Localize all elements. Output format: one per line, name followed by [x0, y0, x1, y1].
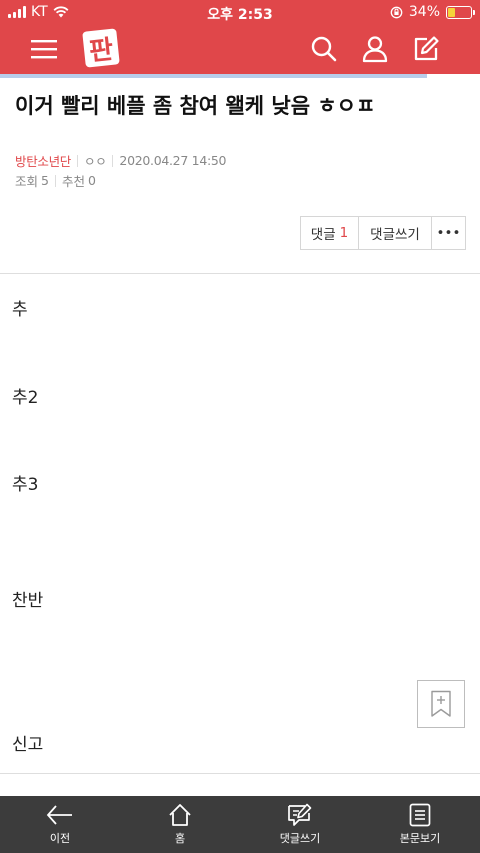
- post-author: ㅇㅇ: [84, 154, 107, 169]
- likes-label: 추천: [61, 174, 85, 189]
- orientation-lock-icon: [390, 6, 403, 18]
- back-arrow-icon: [46, 805, 72, 825]
- nav-back-label: 이전: [49, 832, 71, 845]
- stats-divider: [54, 174, 56, 187]
- search-icon: [311, 36, 337, 62]
- views-count: 5: [41, 173, 49, 188]
- nav-write-comment-label: 댓글쓰기: [279, 832, 321, 845]
- bookmark-add-icon: [431, 690, 451, 717]
- user-icon: [362, 36, 388, 63]
- write-icon: [414, 36, 439, 61]
- nav-home-button[interactable]: 홈: [120, 796, 240, 853]
- comment-write-icon: [288, 803, 312, 826]
- write-comment-button[interactable]: 댓글쓰기: [359, 217, 432, 249]
- pann-logo[interactable]: 판: [82, 28, 120, 68]
- report-link[interactable]: 신고: [12, 730, 43, 755]
- meta-divider: [77, 154, 79, 167]
- hamburger-menu-icon: [31, 40, 57, 59]
- post-actions: 댓글 1 댓글쓰기 •••: [300, 216, 466, 250]
- post-datetime: 2020.04.27 14:50: [119, 153, 227, 168]
- views-label: 조회: [15, 174, 39, 189]
- status-right: 34%: [390, 4, 475, 20]
- battery-icon: [446, 5, 475, 19]
- search-button[interactable]: [307, 32, 341, 66]
- body-line: 찬반: [12, 591, 44, 611]
- meta-divider: [112, 154, 114, 167]
- comments-count: 1: [339, 225, 349, 241]
- nav-article-view-label: 본문보기: [399, 832, 441, 845]
- comments-label: 댓글: [310, 227, 336, 243]
- more-options-button[interactable]: •••: [432, 217, 465, 249]
- post-category[interactable]: 방탄소년단: [15, 151, 71, 170]
- write-post-button[interactable]: [409, 32, 443, 66]
- post-title: 이거 빨리 베플 좀 참여 왤케 낮음 ㅎㅇㅍ: [15, 94, 376, 118]
- nav-write-comment-button[interactable]: 댓글쓰기: [240, 796, 360, 853]
- menu-button[interactable]: [27, 32, 61, 66]
- nav-article-view-button[interactable]: 본문보기: [360, 796, 480, 853]
- body-line: 추3: [12, 475, 39, 495]
- body-line: 추: [12, 300, 28, 320]
- reading-progress-bar: [0, 74, 480, 78]
- comments-button[interactable]: 댓글 1: [301, 217, 359, 249]
- article-view-icon: [409, 803, 431, 827]
- body-line: 추2: [12, 388, 39, 408]
- battery-percent: 34%: [408, 4, 440, 20]
- status-bar: KT 오후 2:53 34%: [0, 0, 480, 24]
- footer-divider: [0, 773, 480, 774]
- likes-count: 0: [87, 173, 96, 188]
- profile-button[interactable]: [358, 32, 392, 66]
- reading-progress-fill: [0, 74, 428, 78]
- home-icon: [169, 804, 191, 826]
- bottom-navigation: 이전 홈 댓글쓰기 본문보기: [0, 796, 480, 853]
- bookmark-button[interactable]: [417, 680, 465, 728]
- nav-back-button[interactable]: 이전: [0, 796, 120, 853]
- app-header: 판: [0, 24, 480, 74]
- post-stats: 조회 5 추천 0: [15, 171, 96, 190]
- nav-home-label: 홈: [174, 832, 186, 845]
- content-divider: [0, 273, 480, 274]
- post-meta: 방탄소년단 ㅇㅇ 2020.04.27 14:50: [15, 151, 227, 170]
